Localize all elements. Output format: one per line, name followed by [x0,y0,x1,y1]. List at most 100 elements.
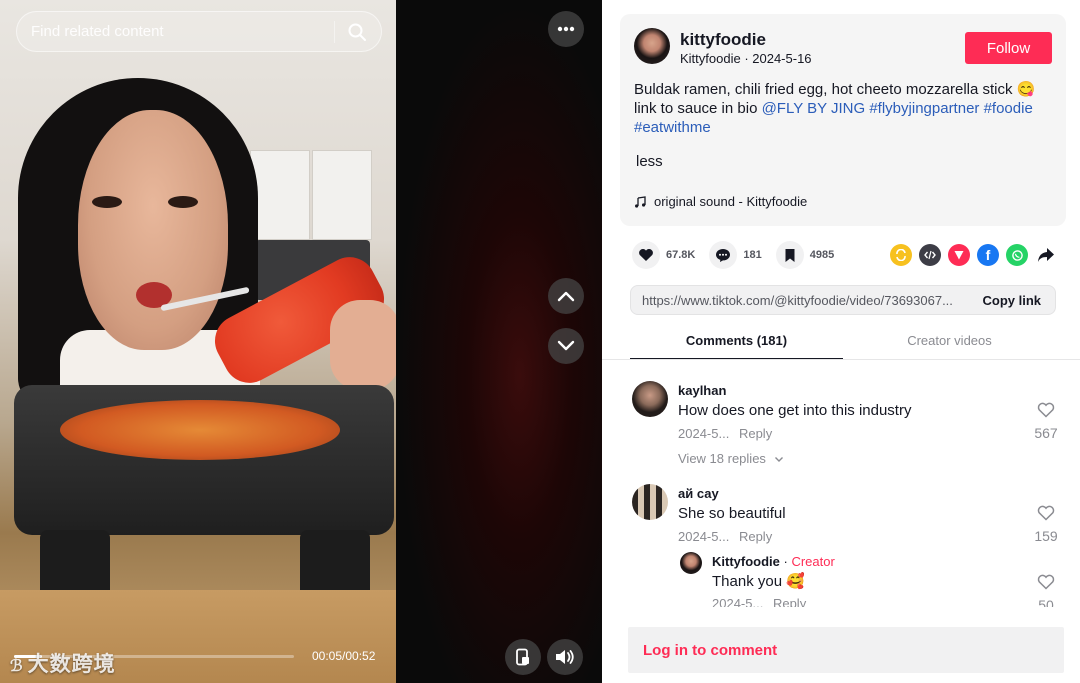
like-button[interactable] [632,241,660,269]
reply-separator: · [779,554,792,569]
view-replies-label: View 18 replies [678,451,766,466]
like-count: 67.8K [666,249,696,261]
reply-username[interactable]: Kittyfoodie · Creator [712,554,835,569]
video-player[interactable] [0,0,396,683]
embed-icon[interactable] [919,244,941,266]
tab-creator-videos[interactable]: Creator videos [843,326,1056,360]
commenter-username[interactable]: kaylhan [678,383,726,398]
sound-row[interactable]: original sound - Kittyfoodie [634,194,807,209]
kitchen-cabinet [312,150,372,240]
tabs-divider [602,359,1080,360]
comment-item: ай сау She so beautiful 2024-5... Reply … [630,475,1070,555]
comment-like-count: 567 [1034,425,1058,441]
share-icons: f [890,244,1057,266]
more-options-button[interactable] [548,11,584,47]
reply-button[interactable]: Reply [739,529,772,544]
caption-tag[interactable]: @FLY BY JING [762,100,866,117]
comment-date: 2024-5... [678,426,730,441]
watermark-mark: ℬ [10,658,24,675]
reply-username-text: Kittyfoodie [712,554,780,569]
view-replies-button[interactable]: View 18 replies [678,451,784,466]
comment-stat[interactable]: 181 [709,241,762,269]
comment-date: 2024-5... [678,529,730,544]
comment-text: How does one get into this industry [678,402,912,419]
search-input[interactable]: Find related content [31,23,164,40]
noodles [60,400,340,460]
volume-icon [556,650,574,664]
kitchen-cabinet [250,150,310,240]
author-avatar[interactable] [634,28,670,64]
comment-like[interactable]: 567 [1026,402,1066,441]
login-to-comment-bar[interactable]: Log in to comment [628,627,1064,673]
engagement-stats: 67.8K 181 4985 [632,240,848,270]
comment-like[interactable]: 159 [1026,505,1066,544]
chevron-down-icon [557,340,575,351]
send-icon[interactable] [948,244,970,266]
save-button[interactable] [775,241,804,269]
facebook-icon[interactable]: f [977,244,999,266]
right-eye [168,196,198,208]
comment-like-count: 159 [1034,528,1058,544]
caption-less-link[interactable]: less [636,153,663,170]
commenter-avatar[interactable] [632,484,668,520]
whatsapp-icon[interactable] [1006,244,1028,266]
login-to-comment-link[interactable]: Log in to comment [643,642,777,659]
creator-avatar[interactable] [680,552,702,574]
share-arrow-icon[interactable] [1035,244,1057,266]
comment-text: She so beautiful [678,505,786,522]
bookmark-icon [785,248,795,262]
previous-video-button[interactable] [548,278,584,314]
picture-in-picture-button[interactable] [505,639,541,675]
author-subline: Kittyfoodie · 2024-5-16 [680,51,812,66]
watermark-text: 大数跨境 [27,653,116,676]
follow-button[interactable]: Follow [965,32,1052,64]
video-link-box: https://www.tiktok.com/@kittyfoodie/vide… [630,285,1056,315]
reply-button[interactable]: Reply [739,426,772,441]
pip-icon [516,648,529,666]
comment-count: 181 [743,249,762,261]
hand [330,300,396,390]
like-stat[interactable]: 67.8K [632,241,695,269]
left-eye [92,196,122,208]
video-link-url[interactable]: https://www.tiktok.com/@kittyfoodie/vide… [642,293,962,308]
reply-text: Thank you 🥰 [712,573,805,590]
comment-meta: 2024-5... Reply [678,426,772,441]
caption-tag[interactable]: #foodie [984,100,1033,117]
sound-label: original sound - Kittyfoodie [654,194,808,209]
heart-outline-icon [1037,574,1055,590]
search-icon[interactable] [347,22,367,42]
music-note-icon [635,195,646,208]
comment-button[interactable] [709,241,738,269]
search-bar[interactable]: Find related content [16,11,382,52]
repost-icon[interactable] [890,244,912,266]
commenter-username[interactable]: ай сау [678,486,719,501]
next-video-button[interactable] [548,328,584,364]
copy-link-button[interactable]: Copy link [982,293,1041,308]
search-divider [334,21,335,43]
commenter-avatar[interactable] [632,381,668,417]
video-info-card: kittyfoodie Kittyfoodie · 2024-5-16 Foll… [620,14,1066,226]
app-root: Find related content 00:05/00:52 ℬ 大数跨境 … [0,0,1080,683]
save-stat[interactable]: 4985 [775,241,834,269]
comment-icon [716,248,731,262]
caption-tag[interactable]: #flybyjingpartner [869,100,979,117]
side-panel: kittyfoodie Kittyfoodie · 2024-5-16 Foll… [602,0,1080,683]
chevron-up-icon [557,291,575,302]
author-username[interactable]: kittyfoodie [680,30,766,50]
heart-outline-icon [1037,505,1055,521]
tab-comments[interactable]: Comments (181) [630,326,843,360]
heart-outline-icon [1037,402,1055,418]
heart-icon [639,249,653,261]
more-icon [557,26,575,32]
volume-button[interactable] [547,639,583,675]
video-area: Find related content 00:05/00:52 ℬ 大数跨境 [0,0,602,683]
video-caption: Buldak ramen, chili fried egg, hot cheet… [634,80,1054,137]
comment-meta: 2024-5... Reply [678,529,772,544]
panel-tabs: Comments (181) Creator videos [630,326,1056,360]
chevron-down-icon [774,457,783,462]
comment-item: kaylhan How does one get into this indus… [630,372,1070,472]
face [78,110,228,350]
video-time: 00:05/00:52 [312,649,376,663]
caption-tag[interactable]: #eatwithme [634,119,711,136]
watermark-logo: ℬ 大数跨境 [10,648,116,678]
